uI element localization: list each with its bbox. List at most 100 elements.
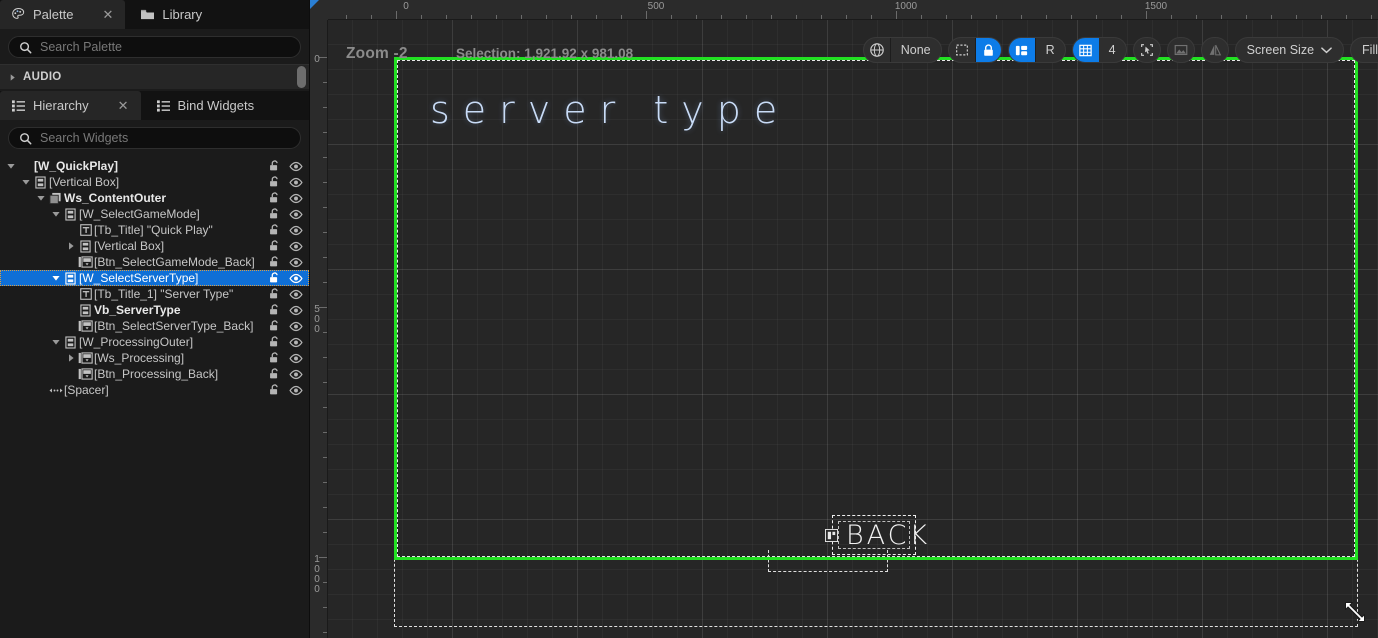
ruler-tick-minor — [796, 15, 797, 19]
screen-size-dropdown[interactable]: Screen Size — [1234, 37, 1345, 63]
tree-item[interactable]: [Btn_SelectServerType_Back] — [0, 318, 309, 334]
horizontal-ruler[interactable]: 0 500 1000 1500 — [328, 0, 1378, 20]
eye-icon[interactable] — [289, 193, 303, 204]
tree-item[interactable]: [Tb_Title_1] "Server Type" — [0, 286, 309, 302]
palette-category-audio[interactable]: AUDIO — [0, 64, 309, 89]
unlocked-padlock-icon[interactable] — [268, 160, 281, 172]
image-icon[interactable] — [1168, 38, 1194, 62]
eye-icon[interactable] — [289, 321, 303, 332]
hierarchy-search-box[interactable] — [8, 127, 301, 149]
widget-hierarchy-tree[interactable]: [W_QuickPlay] [Vertical Box] Ws_ContentOut… — [0, 155, 309, 638]
chevron-right-icon[interactable] — [64, 350, 77, 366]
eye-icon[interactable] — [289, 241, 303, 252]
cursor-bracket-icon[interactable] — [1134, 38, 1160, 62]
padlock-icon[interactable] — [974, 38, 1001, 62]
tab-palette[interactable]: Palette ✕ — [0, 0, 126, 29]
chevron-down-icon[interactable] — [19, 174, 32, 190]
ruler-tick-minor — [1196, 15, 1197, 19]
chevron-right-icon[interactable] — [64, 238, 77, 254]
search-palette-input[interactable] — [40, 40, 290, 54]
ruler-tick-minor — [696, 15, 697, 19]
eye-icon[interactable] — [289, 209, 303, 220]
dashed-rect-icon[interactable] — [949, 38, 975, 62]
design-canvas[interactable]: server type BACK — [328, 20, 1378, 638]
eye-icon[interactable] — [289, 273, 303, 284]
close-icon[interactable]: ✕ — [102, 8, 113, 21]
chevron-right-icon[interactable] — [8, 73, 17, 82]
unlocked-padlock-icon[interactable] — [268, 336, 281, 348]
unlocked-padlock-icon[interactable] — [268, 224, 281, 236]
respect-locks-toggle[interactable]: R — [1034, 38, 1065, 62]
tree-item[interactable]: [W_QuickPlay] — [0, 158, 309, 174]
close-icon[interactable]: ✕ — [118, 99, 129, 112]
tree-item[interactable]: [W_ProcessingOuter] — [0, 334, 309, 350]
ruler-tick-minor — [323, 282, 327, 283]
unlocked-padlock-icon[interactable] — [268, 304, 281, 316]
globe-icon[interactable] — [864, 38, 890, 62]
unlocked-padlock-icon[interactable] — [268, 352, 281, 364]
eye-icon[interactable] — [289, 257, 303, 268]
eye-icon[interactable] — [289, 225, 303, 236]
unlocked-padlock-icon[interactable] — [268, 208, 281, 220]
tree-item-controls — [268, 318, 303, 334]
designer-viewport[interactable]: 0 500 1000 1500 0 500 1000 server type BACK — [310, 0, 1378, 638]
selected-widget-outline[interactable] — [394, 57, 1358, 560]
tab-bind-widgets-label: Bind Widgets — [177, 98, 255, 113]
tree-item[interactable]: [W_SelectServerType] — [0, 270, 309, 286]
tab-library[interactable]: Library — [129, 0, 214, 29]
tree-item[interactable]: [Vertical Box] — [0, 238, 309, 254]
unlocked-padlock-icon[interactable] — [268, 256, 281, 268]
grid-snap-value[interactable]: 4 — [1099, 38, 1126, 62]
unlocked-padlock-icon[interactable] — [268, 320, 281, 332]
unlocked-padlock-icon[interactable] — [268, 272, 281, 284]
eye-icon[interactable] — [289, 289, 303, 300]
unlocked-padlock-icon[interactable] — [268, 368, 281, 380]
tree-item[interactable]: [Vertical Box] — [0, 174, 309, 190]
layout-icon[interactable] — [1008, 38, 1035, 62]
eye-icon[interactable] — [289, 353, 303, 364]
search-widgets-input[interactable] — [40, 131, 290, 145]
eye-icon[interactable] — [289, 305, 303, 316]
localization-preview-value[interactable]: None — [889, 38, 941, 62]
eye-icon[interactable] — [289, 337, 303, 348]
fill-screen-button[interactable]: Fill — [1350, 37, 1378, 63]
palette-scrollbar[interactable] — [297, 66, 306, 88]
tree-item[interactable]: [Btn_SelectGameMode_Back] — [0, 254, 309, 270]
resize-handle-cursor-icon[interactable] — [1342, 599, 1368, 630]
eye-icon[interactable] — [289, 385, 303, 396]
unlocked-padlock-icon[interactable] — [268, 176, 281, 188]
image-preview-group — [1166, 37, 1195, 63]
chevron-down-icon[interactable] — [49, 270, 62, 286]
ruler-tick-minor — [323, 582, 327, 583]
unlocked-padlock-icon[interactable] — [268, 384, 281, 396]
vertical-ruler[interactable]: 0 500 1000 — [310, 20, 328, 638]
tree-item[interactable]: Vb_ServerType — [0, 302, 309, 318]
verticalbox-icon — [32, 174, 49, 190]
eye-icon[interactable] — [289, 369, 303, 380]
tree-item-controls — [268, 350, 303, 366]
tree-item[interactable]: [Ws_Processing] — [0, 350, 309, 366]
tab-bind-widgets[interactable]: Bind Widgets — [145, 91, 267, 120]
chevron-down-icon[interactable] — [49, 206, 62, 222]
palette-search-box[interactable] — [8, 36, 301, 58]
widget-grip-handle-icon[interactable] — [825, 529, 838, 547]
eye-icon[interactable] — [289, 177, 303, 188]
unlocked-padlock-icon[interactable] — [268, 288, 281, 300]
chevron-down-icon[interactable] — [4, 158, 17, 174]
tree-item[interactable]: [Btn_Processing_Back] — [0, 366, 309, 382]
back-button-widget[interactable]: BACK — [825, 515, 927, 555]
mirror-icon[interactable] — [1202, 38, 1228, 62]
unlocked-padlock-icon[interactable] — [268, 240, 281, 252]
grid-icon[interactable] — [1072, 38, 1099, 62]
tree-item-label: [Tb_Title_1] "Server Type" — [94, 287, 234, 301]
unlocked-padlock-icon[interactable] — [268, 192, 281, 204]
eye-icon[interactable] — [289, 161, 303, 172]
tree-item[interactable]: [W_SelectGameMode] — [0, 206, 309, 222]
chevron-down-icon[interactable] — [49, 334, 62, 350]
tree-item[interactable]: [Spacer] — [0, 382, 309, 398]
chevron-down-icon[interactable] — [34, 190, 47, 206]
tab-hierarchy[interactable]: Hierarchy ✕ — [0, 91, 141, 120]
tree-item-controls — [268, 254, 303, 270]
tree-item[interactable]: Ws_ContentOuter — [0, 190, 309, 206]
tree-item[interactable]: [Tb_Title] "Quick Play" — [0, 222, 309, 238]
